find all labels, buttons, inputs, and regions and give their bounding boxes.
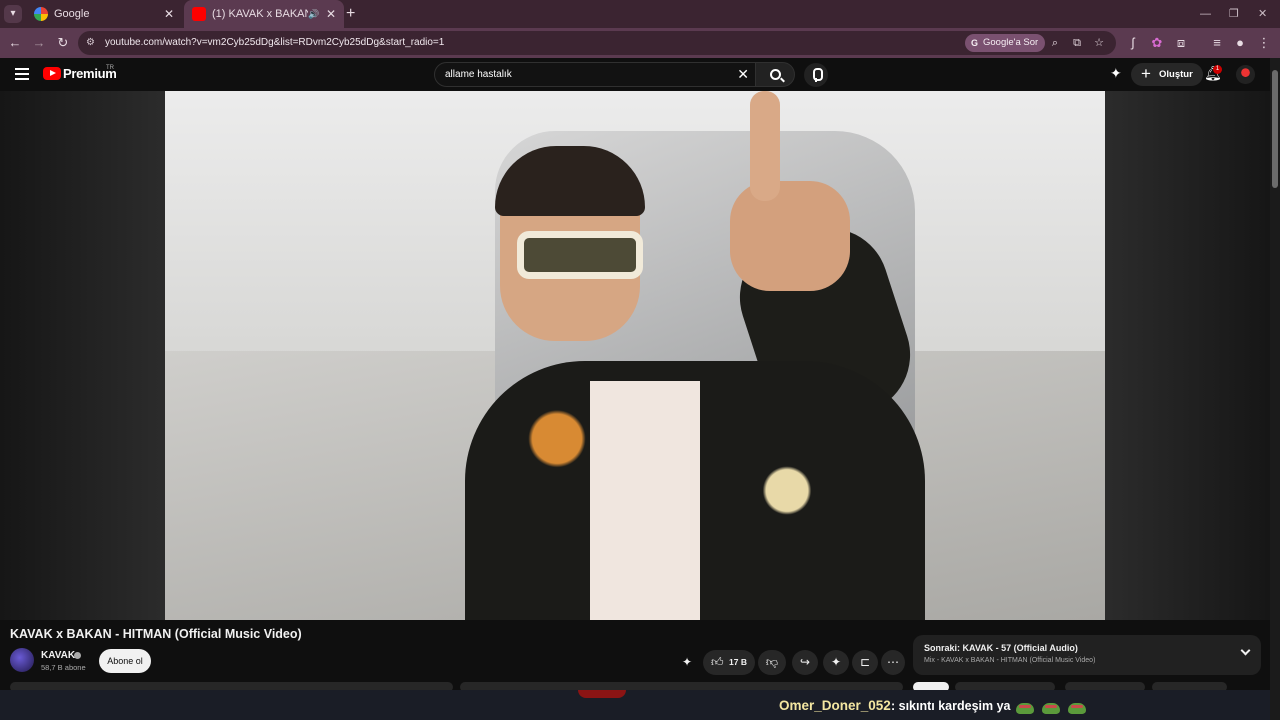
google-ask-button[interactable]: Google'a Sor [965,34,1046,52]
ask-ai-icon[interactable]: ✦ [682,655,692,669]
voice-search-icon[interactable] [804,63,828,87]
video-hand [730,181,850,291]
chat-username: Omer_Doner_052 [779,698,891,713]
ask-button[interactable]: ✦ [823,650,849,675]
search-value: allame hastalık [445,69,512,80]
browser-tab-strip: ▾ Google ✕ (1) KAVAK x BAKAN - HITM 🔊 ✕ … [0,0,1280,28]
media-control-icon[interactable]: ≡ [1208,34,1226,52]
search-button[interactable] [755,62,795,87]
subscribe-button[interactable]: Abone ol [99,649,151,673]
create-button[interactable]: Oluştur [1131,62,1203,86]
more-icon: ⋯ [887,655,899,669]
maximize-icon[interactable]: ❐ [1229,0,1239,28]
profile-icon[interactable]: ● [1231,34,1249,52]
subscriber-count: 58,7 B abone [41,663,86,672]
browser-menu-icon[interactable]: ⋮ [1255,34,1273,52]
browser-toolbar: ← → ↻ ⚙ youtube.com/watch?v=vm2Cyb25dDg&… [0,28,1280,58]
tab-search-icon[interactable]: ▾ [4,5,22,23]
bookmark-star-icon[interactable]: ☆ [1091,35,1107,51]
like-count: 17 B [729,657,747,667]
clear-search-icon[interactable]: ✕ [737,63,749,86]
search-input[interactable]: allame hastalık ✕ [434,62,756,87]
tab-title: Google [54,8,90,20]
notification-badge: 1 [1213,65,1222,74]
video-player[interactable] [0,91,1270,620]
overlay-logo-icon [578,690,626,698]
video-frame[interactable] [165,91,1105,620]
zoom-icon[interactable]: ⌕ [1047,35,1063,51]
channel-avatar[interactable] [10,648,34,672]
video-shirt [590,381,700,620]
window-close-icon[interactable]: ✕ [1258,0,1267,28]
google-favicon-icon [34,7,48,21]
video-title: KAVAK x BAKAN - HITMAN (Official Music V… [10,627,302,641]
up-next-title: Sonraki: KAVAK - 57 (Official Audio) [924,643,1078,653]
url-text: youtube.com/watch?v=vm2Cyb25dDg&list=RDv… [105,37,445,48]
audio-playing-icon[interactable]: 🔊 [308,0,319,28]
dislike-button[interactable]: 👎︎ [758,650,786,675]
close-tab-icon[interactable]: ✕ [326,0,336,28]
youtube-logo-icon[interactable] [43,67,61,80]
minimize-icon[interactable]: — [1200,0,1211,28]
ask-sparkle-icon[interactable]: ✦ [1110,65,1122,82]
chevron-down-icon[interactable] [1240,645,1251,656]
thumbs-down-icon: 👎︎ [765,655,779,669]
menu-icon[interactable] [15,68,29,80]
chat-message: : sıkıntı kardeşim ya [891,699,1011,713]
back-icon[interactable]: ← [6,34,24,52]
tab-title: (1) KAVAK x BAKAN - HITM [212,8,308,20]
frog-emote-icon [1016,703,1034,714]
cast-icon[interactable]: ⧉ [1069,35,1085,51]
new-tab-icon[interactable]: + [346,0,355,28]
region-code: TR [106,65,114,71]
verified-icon [74,652,81,659]
like-button[interactable]: 👍︎ 17 B [703,650,755,675]
close-tab-icon[interactable]: ✕ [164,0,174,28]
frog-emote-icon [1042,703,1060,714]
save-button[interactable]: ⊏ [852,650,878,675]
channel-name[interactable]: KAVAK [41,650,75,661]
sparkle-icon: ✦ [830,655,842,669]
up-next-subtitle: Mix - KAVAK x BAKAN - HITMAN (Official M… [924,657,1096,664]
extensions-puzzle-icon[interactable]: ⧈ [1172,34,1190,52]
bookmark-icon: ⊏ [859,655,871,669]
tab-youtube[interactable]: (1) KAVAK x BAKAN - HITM 🔊 ✕ [184,0,344,28]
reload-icon[interactable]: ↻ [54,34,72,52]
share-button[interactable]: ↪ [792,650,818,675]
forward-icon[interactable]: → [30,34,48,52]
video-sunglasses [517,231,643,279]
youtube-header: Premium TR allame hastalık ✕ ✦ Oluştur 🔔… [0,58,1270,91]
thumbs-up-icon: 👍︎ [711,655,724,669]
extension-purple-icon[interactable]: ✿ [1148,34,1166,52]
video-finger [750,91,780,201]
up-next-card[interactable]: Sonraki: KAVAK - 57 (Official Audio) Mix… [913,635,1261,675]
frog-emote-icon [1068,703,1086,714]
site-info-icon[interactable]: ⚙ [86,37,98,49]
search-icon [770,69,781,80]
share-icon: ↪ [799,655,811,669]
youtube-favicon-icon [192,7,206,21]
account-avatar[interactable] [1236,65,1255,84]
extension-icon[interactable]: ʃ [1124,34,1142,52]
address-bar[interactable]: ⚙ youtube.com/watch?v=vm2Cyb25dDg&list=R… [78,31,1116,55]
more-actions-button[interactable]: ⋯ [881,650,905,675]
tab-google[interactable]: Google ✕ [26,0,182,28]
page-scrollbar[interactable] [1270,58,1280,720]
scrollbar-thumb[interactable] [1272,70,1278,188]
